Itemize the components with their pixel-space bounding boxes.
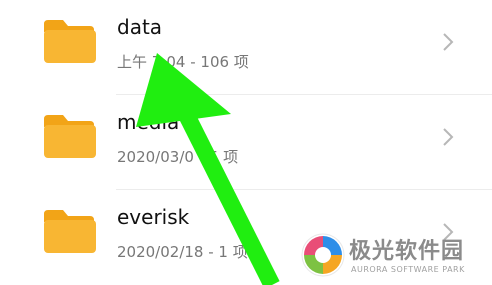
folder-icon (44, 115, 96, 158)
folder-meta: 2020/03/0 - 5 项 (117, 148, 239, 166)
folder-icon (44, 210, 96, 253)
folder-icon (44, 20, 96, 63)
folder-meta: 上午 7:04 - 106 项 (117, 53, 249, 71)
folder-row-everisk[interactable]: everisk 2020/02/18 - 1 项 (0, 190, 492, 285)
file-list: data 上午 7:04 - 106 项 media 2020/03/0 - 5… (0, 0, 492, 285)
chevron-right-icon (443, 223, 454, 241)
folder-name: data (117, 15, 163, 39)
folder-name: everisk (117, 205, 190, 229)
chevron-right-icon (443, 128, 454, 146)
folder-row-media[interactable]: media 2020/03/0 - 5 项 (0, 95, 492, 190)
chevron-right-icon (443, 33, 454, 51)
folder-name: media (117, 110, 180, 134)
folder-row-data[interactable]: data 上午 7:04 - 106 项 (0, 0, 492, 95)
folder-meta: 2020/02/18 - 1 项 (117, 243, 248, 261)
